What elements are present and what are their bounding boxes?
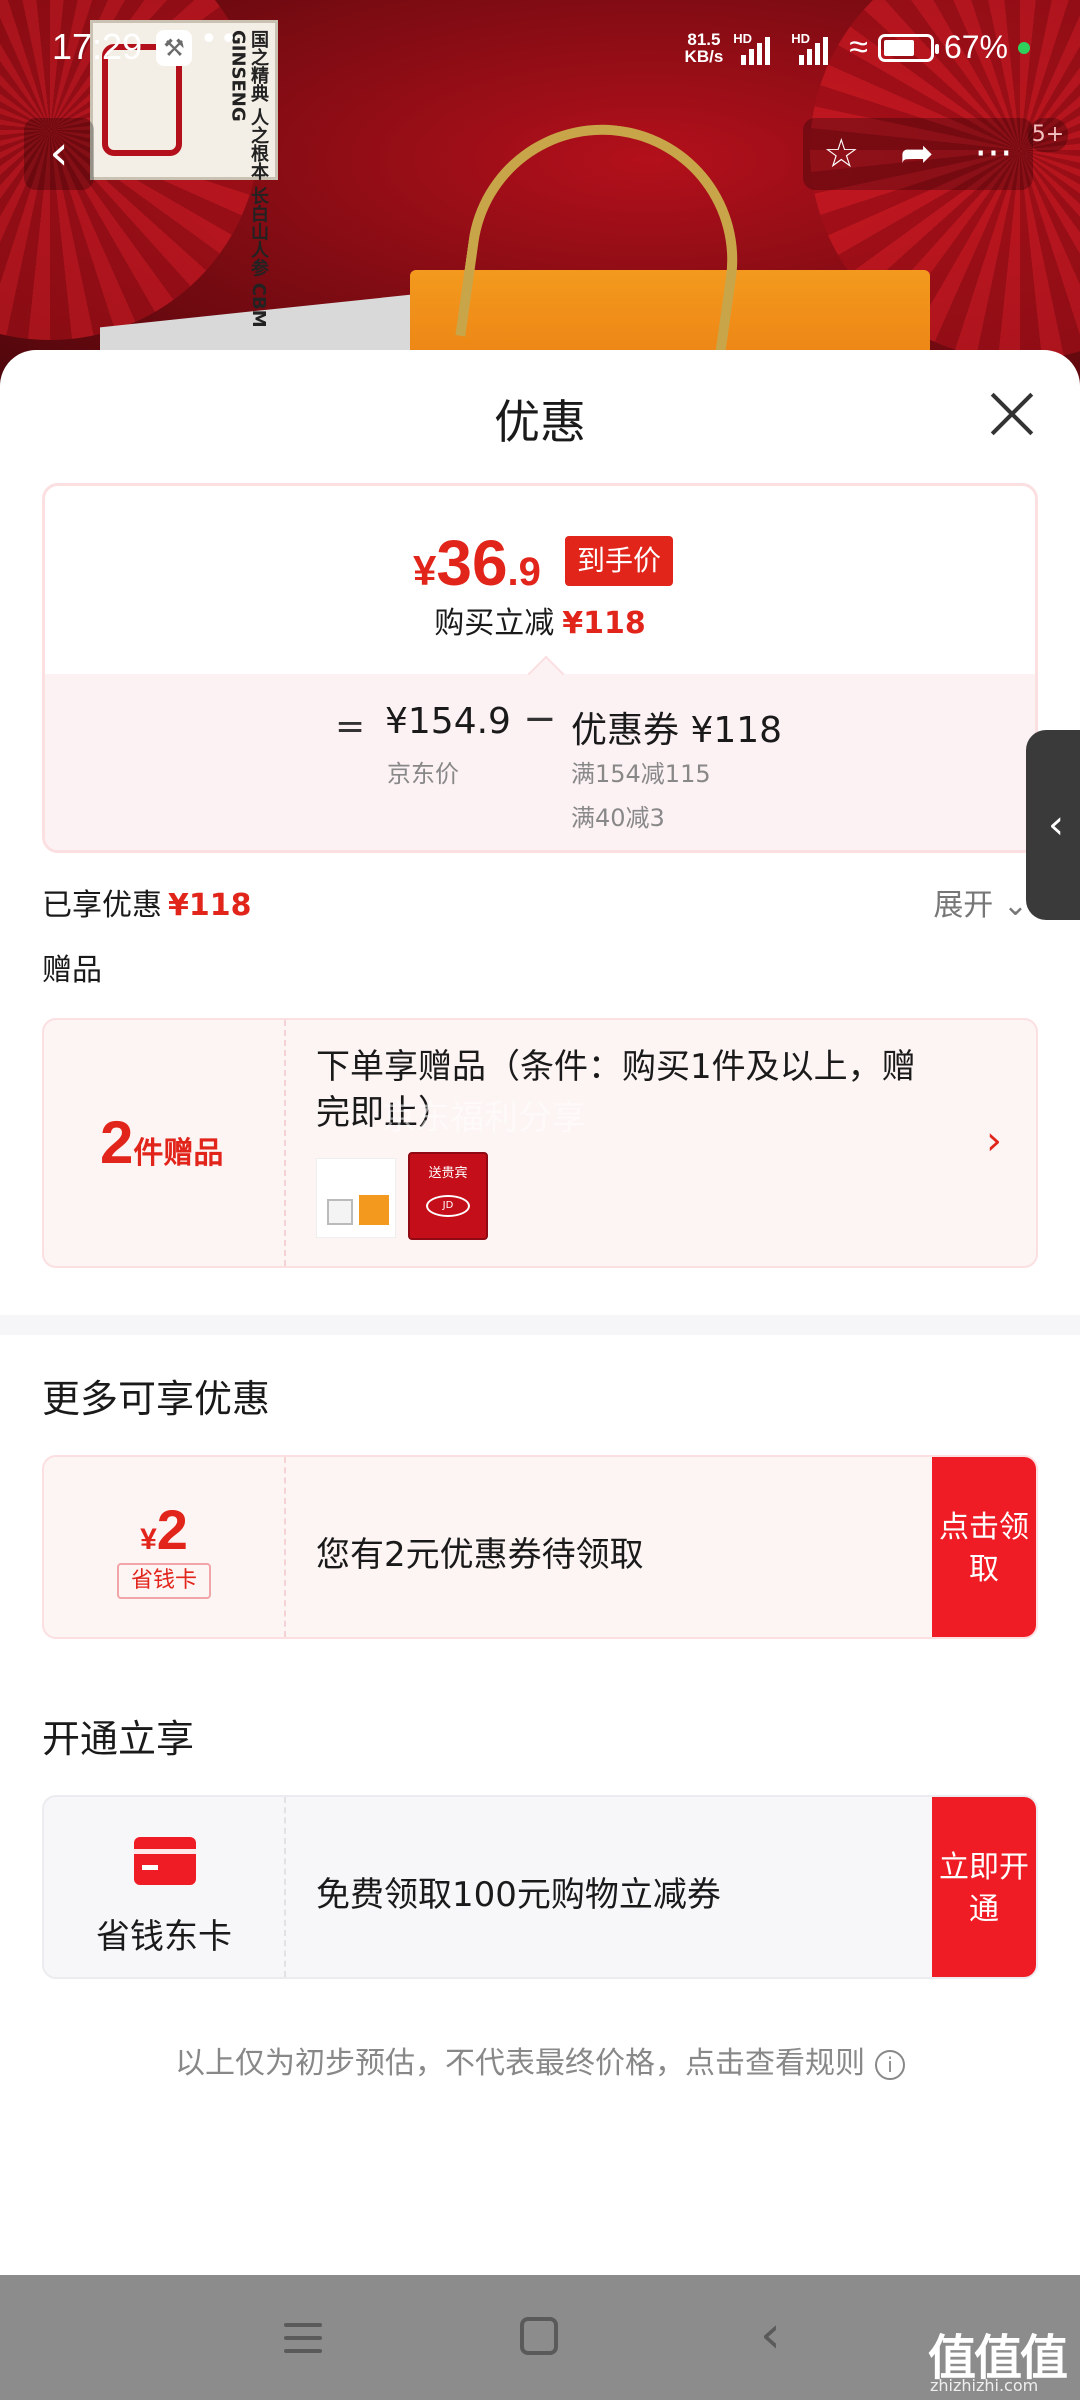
signal-icon: HD [791, 31, 839, 65]
final-price: ¥36.9 [413, 527, 541, 599]
back-arrow-icon[interactable]: ‹ [760, 2305, 781, 2365]
signal-icon: HD [733, 31, 781, 65]
membership-description: 免费领取100元购物立减券 [316, 1875, 721, 1915]
bag-handle [455, 107, 755, 373]
coupon-amount: 优惠券 ¥118 [571, 710, 783, 751]
info-icon: i [875, 2049, 905, 2080]
wrench-icon: ⚒ [156, 30, 192, 66]
gift-count: 2件赠品 [100, 1109, 224, 1176]
sheet-title: 优惠 [494, 395, 586, 449]
jd-price: ¥154.9 [385, 701, 511, 742]
coupon-detail: 满40减3 [571, 804, 665, 832]
chevron-down-icon: ⌄ [1002, 888, 1028, 923]
wifi-icon: ≈ [849, 28, 868, 66]
card-name: 省钱东卡 [96, 1917, 232, 1957]
more-notifications-icon: •• [200, 22, 240, 57]
site-watermark-url: zhizhizhi.com [930, 2376, 1039, 2395]
battery-percent: 67% [943, 29, 1008, 65]
gift-section-title: 赠品 [42, 953, 102, 988]
side-drawer-handle[interactable]: ‹ [1026, 730, 1080, 920]
home-icon[interactable] [520, 2317, 558, 2355]
battery-icon [877, 33, 939, 62]
chevron-right-icon: › [986, 1118, 1002, 1164]
enjoyed-discount: 已享优惠 ¥118 [42, 888, 252, 923]
system-nav-bar: ‹ [0, 2275, 1080, 2400]
expand-button[interactable]: 展开 ⌄ [933, 880, 1028, 924]
status-time: 17:29 [52, 26, 143, 67]
message-badge: 5+ [1028, 118, 1068, 152]
price-summary-card: ¥36.9 到手价 购买立减 ¥118 = ¥154.9 京东价 − 优惠券 ¥1… [42, 483, 1038, 853]
claim-coupon-button[interactable]: 点击领取 [932, 1457, 1036, 1637]
section-divider [0, 1315, 1080, 1335]
equals-sign: = [335, 706, 366, 747]
chevron-left-icon: ‹ [1048, 802, 1064, 848]
close-icon[interactable] [982, 384, 1042, 444]
final-price-tag: 到手价 [565, 536, 674, 586]
more-offers-title: 更多可享优惠 [42, 1377, 271, 1421]
coupon-value: ¥2 [140, 1498, 188, 1561]
recent-apps-icon[interactable] [284, 2323, 322, 2353]
instant-reduction: 购买立减 ¥118 [434, 606, 646, 641]
gift-thumbnail [316, 1158, 396, 1238]
open-now-title: 开通立享 [42, 1717, 195, 1761]
status-bar: 17:29 ⚒ •• 81.5 KB/s HD HD ≈ 67% [0, 0, 1080, 100]
favorite-star-icon[interactable]: ☆ [823, 131, 859, 177]
rules-disclaimer[interactable]: 以上仅为初步预估，不代表最终价格，点击查看规则 i [0, 2038, 1080, 2082]
more-icon[interactable]: ··· [974, 131, 1012, 177]
share-icon[interactable]: ➦ [900, 131, 934, 177]
back-button[interactable]: ‹ [24, 118, 94, 190]
gift-thumbnail: 送贵宾 JD [408, 1152, 488, 1240]
discount-sheet: 优惠 ¥36.9 到手价 购买立减 ¥118 = ¥154.9 京东价 − 优惠券… [0, 350, 1080, 2275]
coupon-card: ¥2 省钱卡 您有2元优惠券待领取 点击领取 [42, 1455, 1038, 1639]
jd-price-label: 京东价 [387, 760, 459, 788]
credit-card-icon [134, 1837, 196, 1885]
membership-card: 省钱东卡 免费领取100元购物立减券 立即开通 [42, 1795, 1038, 1979]
coupon-description: 您有2元优惠券待领取 [316, 1535, 644, 1575]
coupon-detail: 满154减115 [571, 760, 711, 788]
network-speed: 81.5 KB/s [684, 29, 724, 66]
watermark-text: 京东福利分享 [382, 1098, 586, 1138]
open-membership-button[interactable]: 立即开通 [932, 1797, 1036, 1977]
savings-card-tag: 省钱卡 [117, 1563, 211, 1599]
minus-sign: − [523, 696, 557, 742]
privacy-indicator-dot [1018, 41, 1030, 54]
product-actions: ☆ ➦ ··· [803, 118, 1033, 190]
gift-card[interactable]: 2件赠品 下单享赠品（条件：购买1件及以上，赠完即止） 送贵宾 JD › [42, 1018, 1038, 1268]
